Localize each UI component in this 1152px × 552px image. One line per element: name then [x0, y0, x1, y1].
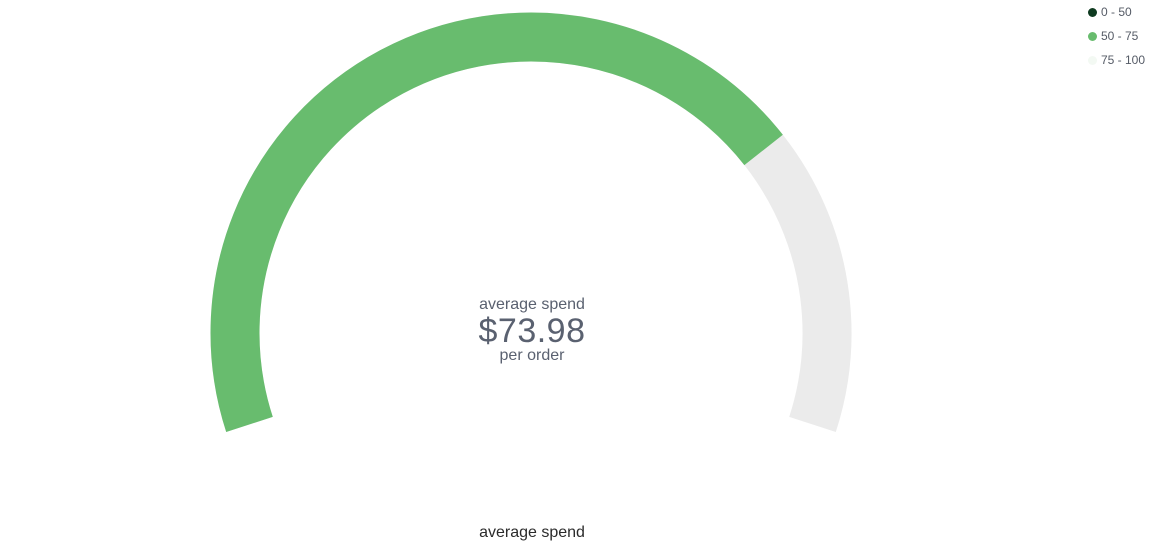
- center-subtitle: per order: [499, 347, 565, 364]
- legend: 0 - 50 50 - 75 75 - 100: [1088, 0, 1150, 72]
- gauge-value-arc: [210, 12, 783, 433]
- gauge-chart: average spend $73.98 per order average s…: [0, 0, 1152, 552]
- legend-item[interactable]: 50 - 75: [1088, 24, 1150, 48]
- chart-title: average spend: [479, 524, 585, 541]
- legend-item[interactable]: 75 - 100: [1088, 48, 1150, 72]
- legend-label: 75 - 100: [1101, 53, 1146, 67]
- legend-marker: [1088, 55, 1097, 65]
- legend-item[interactable]: 0 - 50: [1088, 0, 1150, 24]
- legend-label: 50 - 75: [1101, 29, 1139, 43]
- gauge-svg: [210, 12, 852, 433]
- center-value: $73.98: [478, 312, 586, 350]
- legend-marker: [1088, 31, 1097, 41]
- legend-label: 0 - 50: [1101, 5, 1132, 19]
- legend-marker: [1088, 7, 1097, 17]
